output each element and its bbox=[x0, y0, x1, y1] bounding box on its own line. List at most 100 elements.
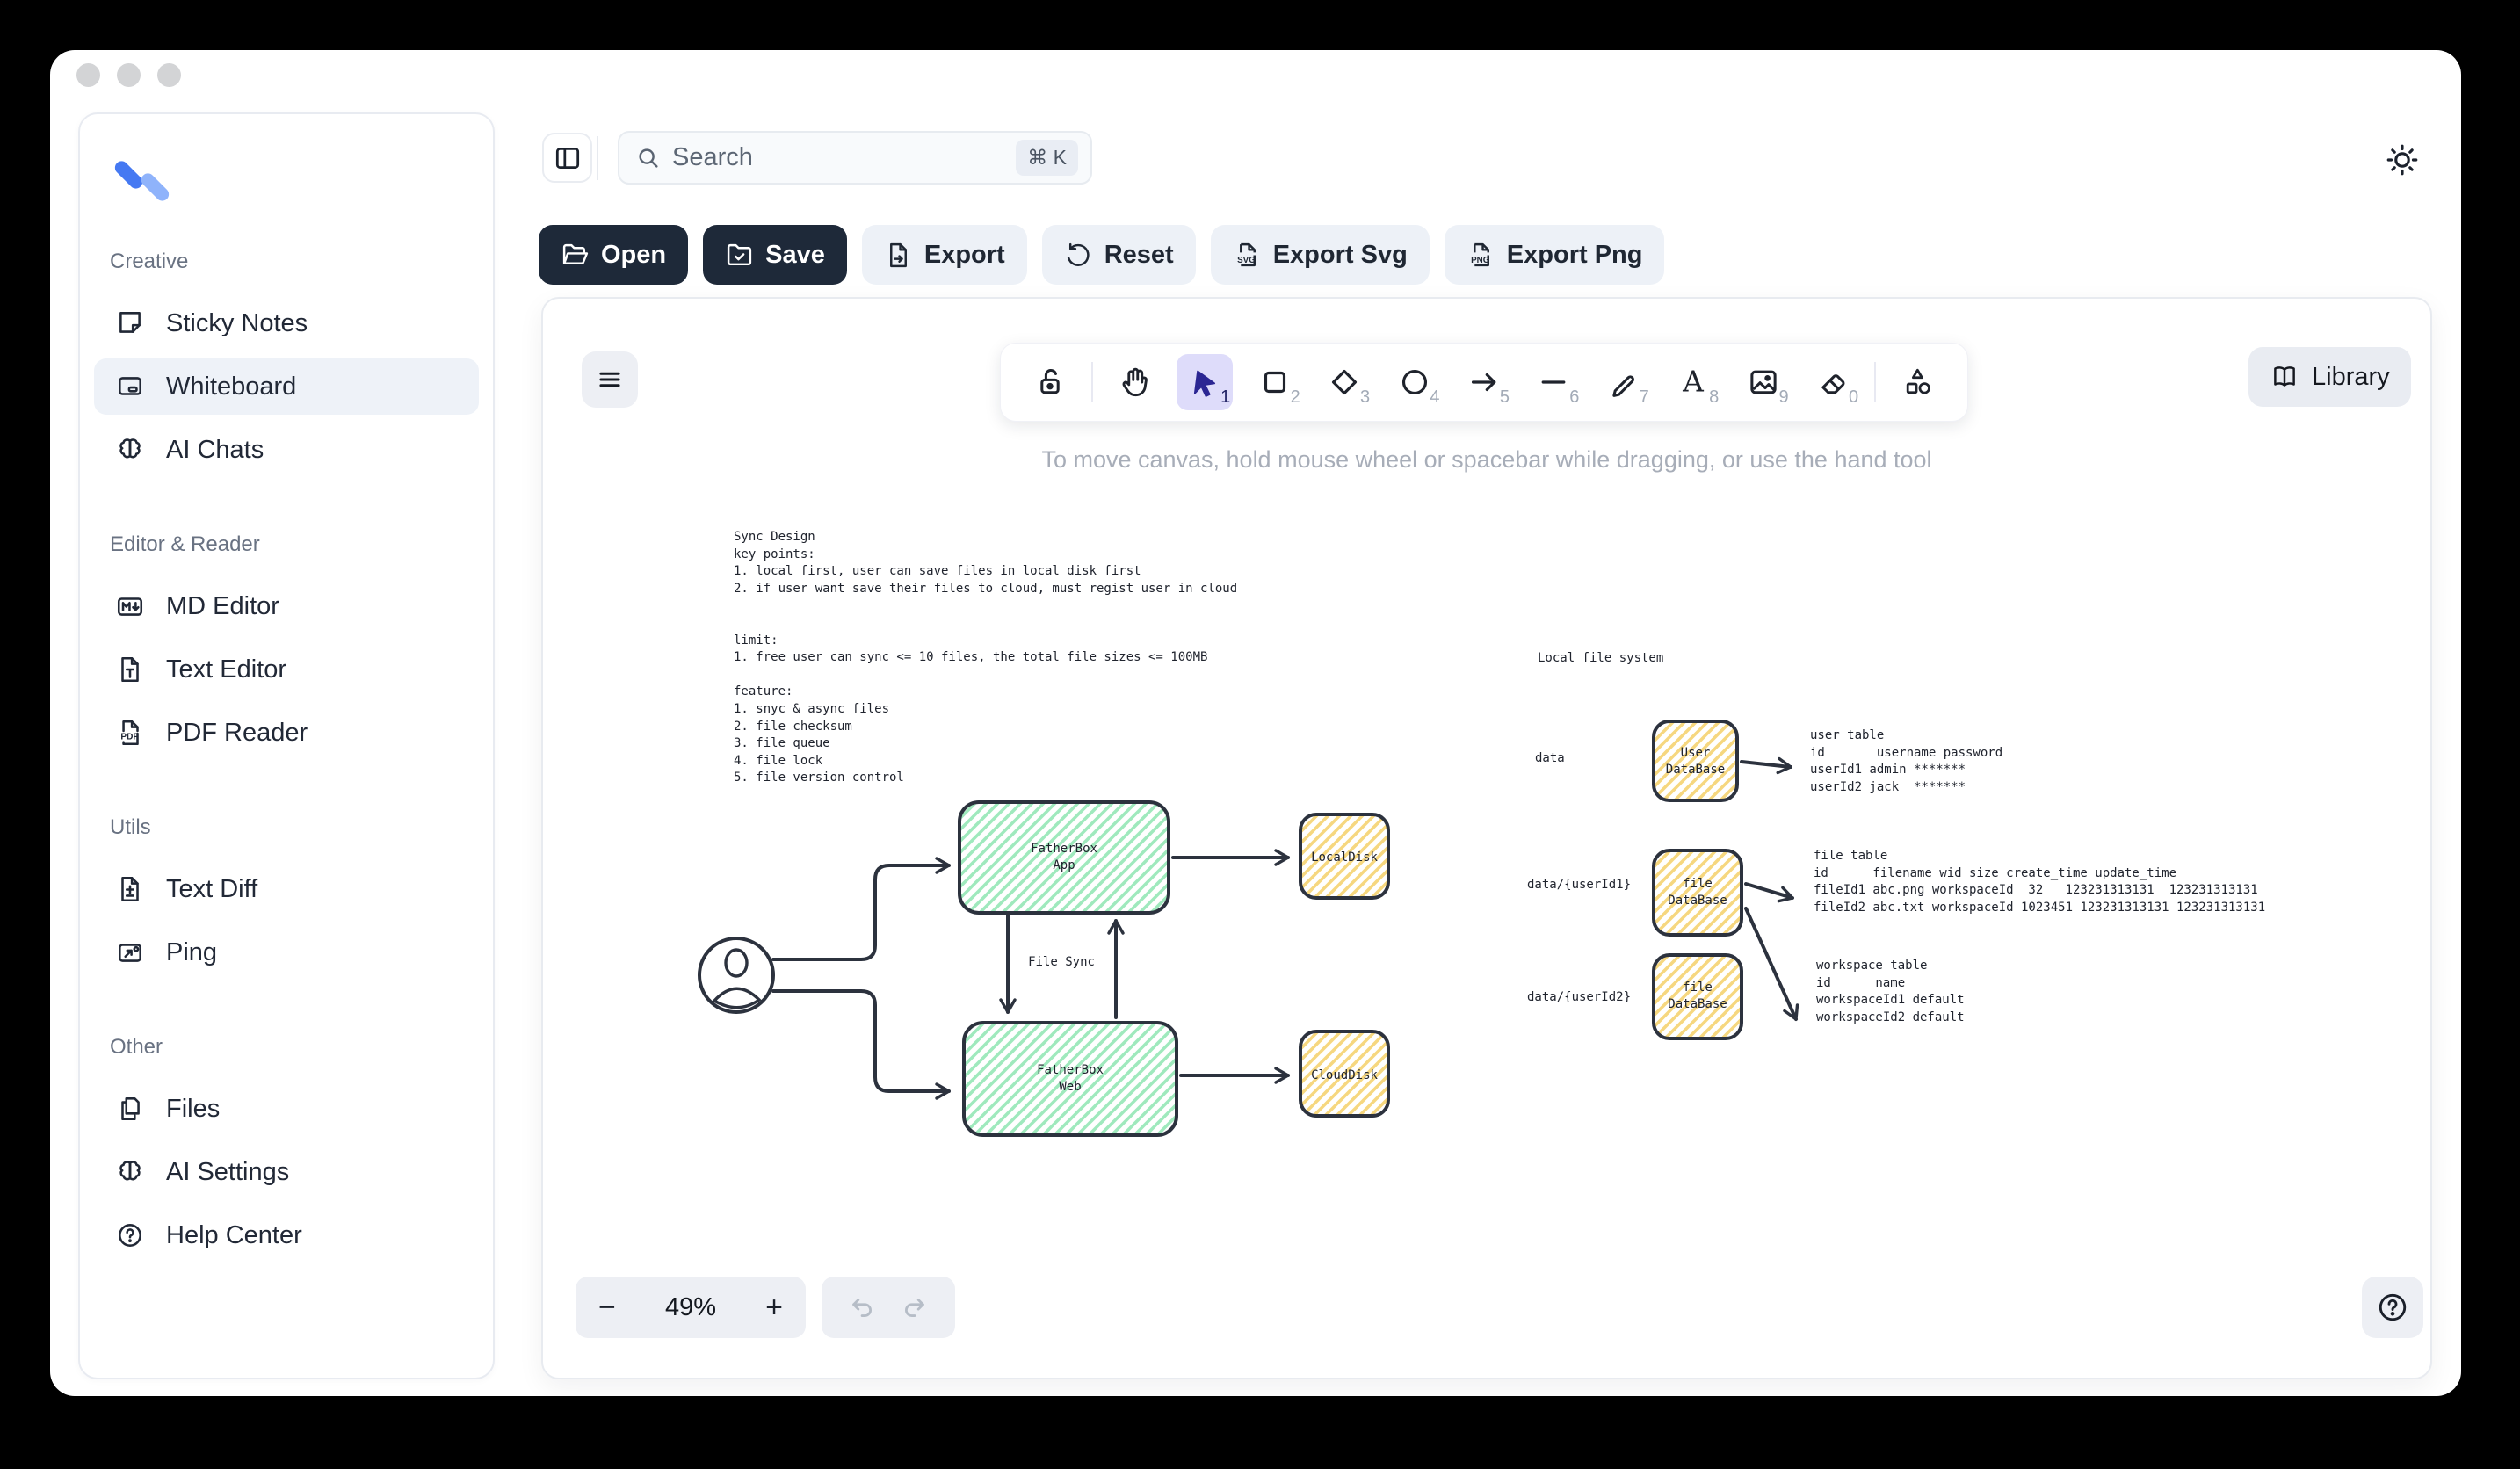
brain-icon bbox=[115, 435, 145, 465]
whiteboard-icon bbox=[115, 372, 145, 402]
sidebar-toggle-button[interactable] bbox=[542, 133, 592, 183]
button-label: Save bbox=[765, 241, 825, 270]
export-button[interactable]: Export bbox=[862, 225, 1027, 285]
button-label: Open bbox=[601, 241, 666, 270]
file-sync-label[interactable]: File Sync bbox=[1000, 954, 1123, 971]
theme-toggle-button[interactable] bbox=[2380, 138, 2424, 182]
workspace-table-text[interactable]: workspace table id name workspaceId1 def… bbox=[1816, 958, 1965, 1026]
arrow-filedb-to-filetable bbox=[1746, 884, 1792, 898]
sidebar-item-label: AI Settings bbox=[166, 1158, 289, 1187]
zoom-window-button[interactable] bbox=[157, 63, 181, 87]
arrow-filedb-to-workspacetable bbox=[1746, 908, 1796, 1019]
fatherbox-web-label[interactable]: FatherBox Web bbox=[964, 1062, 1177, 1096]
zoom-out-button[interactable]: − bbox=[598, 1291, 616, 1325]
logo-bar-icon bbox=[139, 170, 171, 203]
open-button[interactable]: Open bbox=[539, 225, 688, 285]
sidebar-item-text-editor[interactable]: Text Editor bbox=[94, 641, 479, 698]
sidebar-section-creative: Creative bbox=[110, 250, 479, 274]
sidebar-item-label: PDF Reader bbox=[166, 719, 308, 748]
arrow-userdb-to-usertable bbox=[1742, 762, 1791, 767]
fatherbox-app-label[interactable]: FatherBox App bbox=[959, 841, 1169, 874]
search-input[interactable] bbox=[672, 143, 962, 172]
panel-left-icon bbox=[553, 143, 583, 173]
app-logo bbox=[113, 151, 479, 214]
help-button[interactable] bbox=[2362, 1277, 2423, 1338]
search-shortcut-badge: ⌘ K bbox=[1016, 140, 1078, 176]
arrow-user-to-web bbox=[773, 991, 949, 1091]
markdown-file-icon bbox=[115, 591, 145, 621]
header-divider bbox=[597, 136, 598, 180]
logo-bar-icon bbox=[112, 158, 145, 191]
export-svg-button[interactable]: SVG Export Svg bbox=[1211, 225, 1430, 285]
sidebar-item-sticky-notes[interactable]: Sticky Notes bbox=[94, 295, 479, 351]
button-label: Reset bbox=[1104, 241, 1174, 270]
sidebar-item-label: Sticky Notes bbox=[166, 309, 308, 338]
file-database1-label[interactable]: file DataBase bbox=[1654, 876, 1742, 909]
file-actions-toolbar: Open Save Export Reset SVG Export Svg PN… bbox=[539, 225, 1664, 285]
reset-button[interactable]: Reset bbox=[1042, 225, 1196, 285]
save-button[interactable]: Save bbox=[703, 225, 847, 285]
local-file-system-label[interactable]: Local file system bbox=[1538, 650, 1663, 668]
sidebar-section-editor-reader: Editor & Reader bbox=[110, 532, 479, 557]
data-userid1-path-label[interactable]: data/{userId1} bbox=[1527, 877, 1631, 894]
diff-file-icon bbox=[115, 874, 145, 904]
sidebar-item-files[interactable]: Files bbox=[94, 1081, 479, 1137]
sidebar-item-label: AI Chats bbox=[166, 436, 264, 465]
file-png-icon: PNG bbox=[1466, 241, 1495, 270]
sidebar-item-label: Files bbox=[166, 1095, 220, 1124]
local-disk-label[interactable]: LocalDisk bbox=[1300, 850, 1388, 866]
brain-icon bbox=[115, 1157, 145, 1187]
zoom-controls: − 49% + bbox=[576, 1277, 806, 1338]
sidebar-item-whiteboard[interactable]: Whiteboard bbox=[94, 358, 479, 415]
folder-open-icon bbox=[561, 241, 590, 270]
sidebar-item-pdf-reader[interactable]: PDF PDF Reader bbox=[94, 705, 479, 761]
sidebar-item-ai-settings[interactable]: AI Settings bbox=[94, 1144, 479, 1200]
files-icon bbox=[115, 1094, 145, 1124]
sidebar-item-text-diff[interactable]: Text Diff bbox=[94, 861, 479, 917]
sidebar-section-utils: Utils bbox=[110, 815, 479, 840]
sidebar-item-label: Ping bbox=[166, 938, 217, 967]
sidebar-item-label: MD Editor bbox=[166, 592, 279, 621]
user-table-text[interactable]: user table id username password userId1 … bbox=[1810, 727, 2002, 796]
sidebar-item-label: Text Diff bbox=[166, 875, 257, 904]
help-icon bbox=[115, 1220, 145, 1250]
zoom-in-button[interactable]: + bbox=[765, 1291, 783, 1325]
button-label: Export Png bbox=[1507, 241, 1643, 270]
sync-design-notes[interactable]: Sync Design key points: 1. local first, … bbox=[734, 529, 1237, 787]
diagram-shapes bbox=[543, 299, 2432, 1379]
sticky-note-icon bbox=[115, 308, 145, 338]
search-icon bbox=[635, 145, 662, 171]
search-box[interactable]: ⌘ K bbox=[618, 131, 1092, 185]
export-png-button[interactable]: PNG Export Png bbox=[1445, 225, 1665, 285]
zoom-level[interactable]: 49% bbox=[665, 1293, 716, 1322]
sidebar-item-label: Help Center bbox=[166, 1221, 302, 1250]
close-window-button[interactable] bbox=[76, 63, 100, 87]
undo-icon[interactable] bbox=[846, 1292, 876, 1322]
data-userid2-path-label[interactable]: data/{userId2} bbox=[1527, 989, 1631, 1007]
sidebar-item-md-editor[interactable]: MD Editor bbox=[94, 578, 479, 634]
user-avatar-shape[interactable] bbox=[699, 938, 773, 1012]
user-database-label[interactable]: User DataBase bbox=[1654, 745, 1737, 778]
whiteboard-canvas[interactable]: 1 2 3 4 5 6 7 A8 9 0 Library To move can… bbox=[541, 297, 2432, 1379]
svg-text:PDF: PDF bbox=[120, 732, 138, 742]
folder-save-icon bbox=[725, 241, 754, 270]
redo-icon[interactable] bbox=[901, 1292, 931, 1322]
sidebar-item-ping[interactable]: Ping bbox=[94, 924, 479, 981]
ping-icon bbox=[115, 937, 145, 967]
sun-icon bbox=[2384, 141, 2421, 178]
diagram-arrows[interactable] bbox=[773, 762, 1796, 1091]
sidebar-item-help-center[interactable]: Help Center bbox=[94, 1207, 479, 1263]
reset-icon bbox=[1064, 241, 1093, 270]
sidebar-item-ai-chats[interactable]: AI Chats bbox=[94, 422, 479, 478]
file-svg-icon: SVG bbox=[1233, 241, 1262, 270]
sidebar-section-other: Other bbox=[110, 1035, 479, 1060]
cloud-disk-label[interactable]: CloudDisk bbox=[1300, 1067, 1388, 1084]
minimize-window-button[interactable] bbox=[117, 63, 141, 87]
question-icon bbox=[2375, 1290, 2410, 1325]
data-path-label[interactable]: data bbox=[1535, 750, 1565, 768]
sidebar-item-label: Whiteboard bbox=[166, 373, 296, 402]
pdf-file-icon: PDF bbox=[115, 718, 145, 748]
file-database2-label[interactable]: file DataBase bbox=[1654, 980, 1742, 1013]
button-label: Export bbox=[924, 241, 1005, 270]
file-table-text[interactable]: file table id filename wid size create_t… bbox=[1814, 848, 2265, 916]
